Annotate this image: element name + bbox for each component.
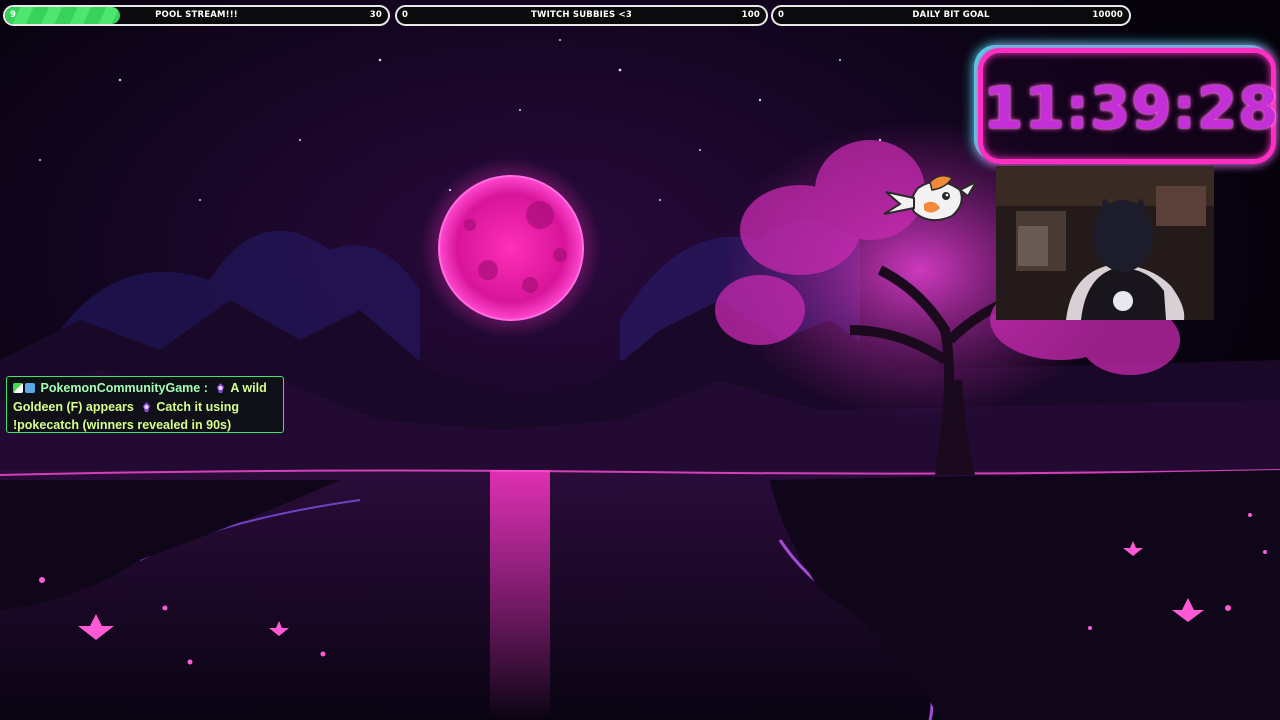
goal-bar-daily-bit: 0 DAILY BIT GOAL 10000 xyxy=(771,5,1131,26)
goal-bar-pool-stream: 9 POOL STREAM!!! 30 xyxy=(3,5,390,26)
goal-target: 100 xyxy=(741,10,760,20)
goldeen-sprite-icon xyxy=(883,175,979,222)
goal-label: POOL STREAM!!! xyxy=(155,10,238,20)
stream-timer: 11:39:28 xyxy=(978,48,1280,164)
mod-sword-icon xyxy=(13,383,23,393)
goal-label: DAILY BIT GOAL xyxy=(912,10,990,20)
chat-message: PokemonCommunityGame : A wild Goldeen (F… xyxy=(6,376,284,433)
chat-separator: : xyxy=(203,381,208,395)
goal-target: 10000 xyxy=(1092,10,1123,20)
goal-target: 30 xyxy=(369,10,382,20)
chat-username: PokemonCommunityGame xyxy=(40,381,201,395)
pokeball-emote-icon xyxy=(217,383,225,393)
goal-label: TWITCH SUBBIES <3 xyxy=(531,10,632,20)
goal-bar-twitch-subbies: 0 TWITCH SUBBIES <3 100 xyxy=(395,5,768,26)
timer-display: 11:39:28 xyxy=(983,74,1280,142)
webcam-image xyxy=(996,166,1214,320)
bot-icon xyxy=(25,383,35,393)
pokeball-emote-icon xyxy=(143,401,151,412)
webcam-feed xyxy=(996,166,1214,320)
